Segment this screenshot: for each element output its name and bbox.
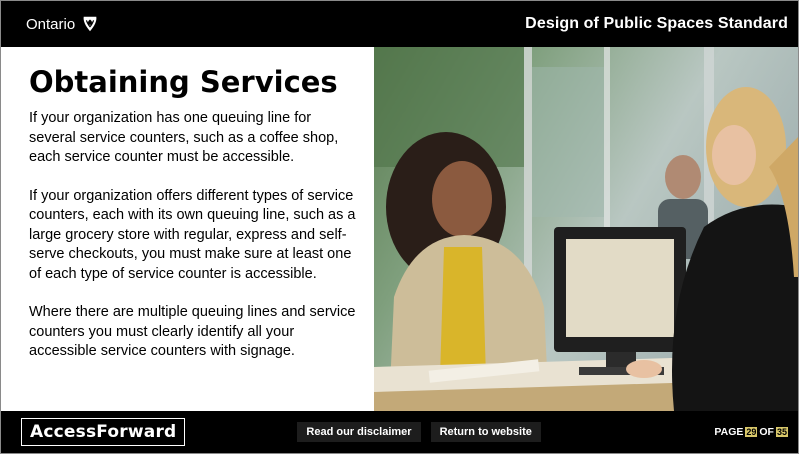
footer-bar: AccessForward Read our disclaimer Return… bbox=[1, 411, 798, 453]
service-counter-photo bbox=[374, 47, 798, 411]
page-title: Obtaining Services bbox=[29, 65, 338, 99]
accessforward-logo[interactable]: AccessForward bbox=[21, 418, 186, 446]
document-title: Design of Public Spaces Standard bbox=[525, 15, 788, 32]
paragraph-2: If your organization offers different ty… bbox=[29, 187, 356, 282]
footer-buttons: Read our disclaimer Return to website bbox=[297, 422, 550, 442]
text-panel: Obtaining Services If your organization … bbox=[1, 47, 373, 411]
ontario-brand[interactable]: Ontario bbox=[26, 15, 99, 33]
total-pages-number: 35 bbox=[775, 427, 788, 437]
paragraph-1: If your organization has one queuing lin… bbox=[29, 110, 339, 165]
page-prefix: PAGE bbox=[714, 426, 744, 438]
page-of-label: OF bbox=[759, 426, 774, 438]
page-indicator: PAGE 29 OF 35 bbox=[714, 426, 788, 438]
ontario-wordmark: Ontario bbox=[26, 15, 76, 33]
slide-content: Obtaining Services If your organization … bbox=[1, 47, 798, 411]
top-bar: Ontario Design of Public Spaces Standard bbox=[1, 1, 798, 47]
paragraph-3: Where there are multiple queuing lines a… bbox=[29, 304, 356, 359]
ontario-trillium-icon bbox=[83, 16, 97, 32]
read-disclaimer-button[interactable]: Read our disclaimer bbox=[297, 422, 421, 442]
current-page-number[interactable]: 29 bbox=[745, 427, 758, 437]
return-to-website-button[interactable]: Return to website bbox=[430, 422, 541, 442]
photo-illustration bbox=[374, 47, 798, 411]
